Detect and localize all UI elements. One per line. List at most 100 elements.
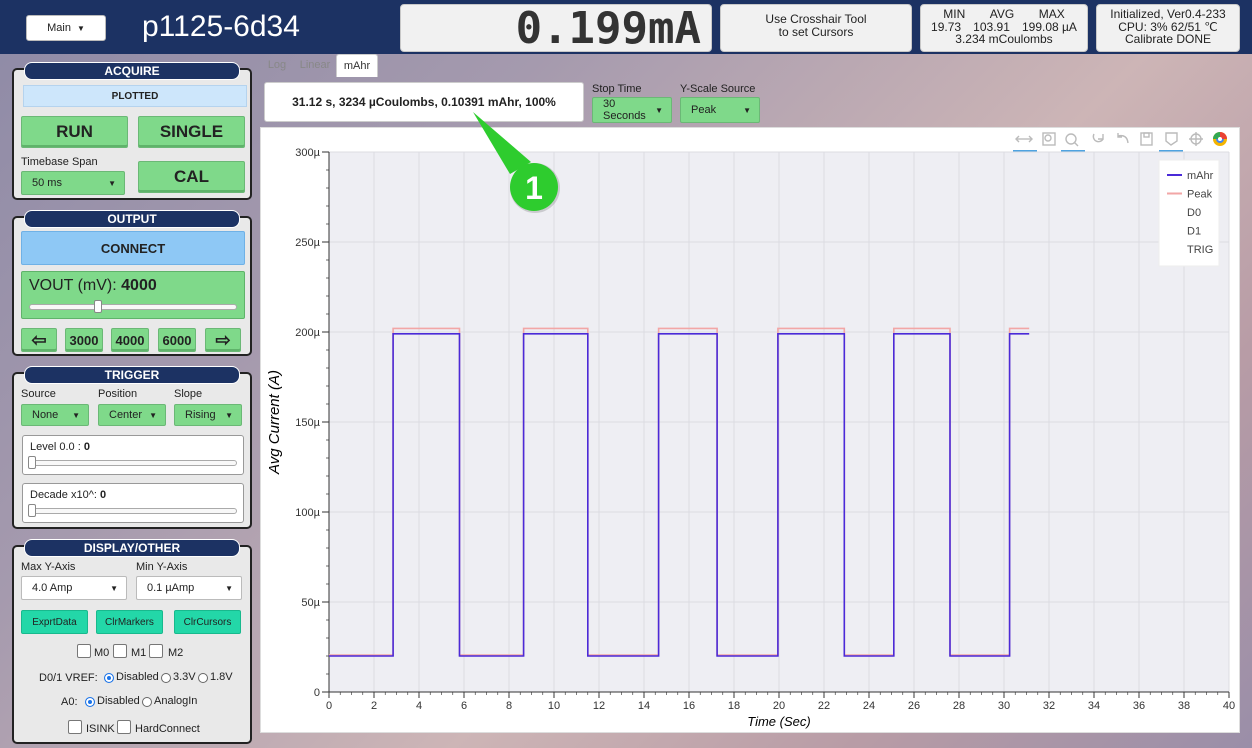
a0-disabled-radio[interactable]	[85, 697, 95, 707]
main-menu-button[interactable]: Main ▼	[26, 15, 106, 41]
clear-cursors-button[interactable]: ClrCursors	[174, 610, 241, 634]
save-icon[interactable]	[1140, 132, 1153, 146]
x-tick-label: 36	[1133, 700, 1145, 712]
timebase-select[interactable]: 50 ms ▼	[21, 171, 125, 195]
m2-checkbox[interactable]	[149, 644, 163, 658]
left-arrow-button[interactable]: ⇦	[21, 328, 57, 352]
acquire-status: PLOTTED	[23, 85, 247, 107]
yscale-label: Y-Scale Source	[680, 83, 756, 95]
tab-linear[interactable]: Linear	[296, 54, 334, 76]
x-tick-label: 16	[683, 700, 695, 712]
crosshair-icon[interactable]	[1165, 132, 1178, 146]
x-tick-label: 24	[863, 700, 875, 712]
min-y-value: 0.1 µAmp	[147, 582, 195, 594]
source-select[interactable]: None ▼	[21, 404, 89, 426]
preset-3000-button[interactable]: 3000	[65, 328, 103, 352]
device-id: p1125-6d34	[142, 10, 300, 43]
slope-select[interactable]: Rising ▼	[174, 404, 242, 426]
yscale-select[interactable]: Peak ▼	[680, 97, 760, 123]
preset-6000-button[interactable]: 6000	[158, 328, 196, 352]
vout-slider-thumb[interactable]	[93, 300, 102, 313]
stop-time-value: 30 Seconds	[603, 98, 646, 122]
decade-slider-track[interactable]	[29, 508, 237, 514]
decade-slider-thumb[interactable]	[28, 504, 36, 517]
vout-text: VOUT (mV): 4000	[29, 277, 157, 295]
vref-3v3-label: 3.3V	[173, 671, 196, 683]
timebase-value: 50 ms	[32, 177, 62, 189]
decade-box: Decade x10^: 0	[22, 483, 244, 523]
vref-1v8-radio[interactable]	[198, 673, 208, 683]
x-tick-label: 0	[326, 700, 332, 712]
clear-markers-button[interactable]: ClrMarkers	[96, 610, 163, 634]
caret-down-icon: ▼	[225, 583, 233, 593]
connect-button[interactable]: CONNECT	[21, 231, 245, 265]
isink-checkbox[interactable]	[68, 720, 82, 734]
x-tick-label: 34	[1088, 700, 1100, 712]
x-tick-label: 18	[728, 700, 740, 712]
x-tick-label: 8	[506, 700, 512, 712]
tab-log[interactable]: Log	[262, 54, 292, 76]
main-menu-label: Main	[47, 22, 71, 34]
level-value: 0	[83, 441, 90, 453]
x-tick-label: 28	[953, 700, 965, 712]
vout-label: VOUT (mV):	[29, 277, 117, 294]
y-tick-label: 100µ	[295, 507, 320, 519]
a0-analogin-radio[interactable]	[142, 697, 152, 707]
x-tick-label: 6	[461, 700, 467, 712]
min-y-select[interactable]: 0.1 µAmp ▼	[136, 576, 242, 600]
vref-1v8-label: 1.8V	[210, 671, 233, 683]
caret-down-icon: ▼	[108, 178, 116, 188]
wheel-zoom-icon[interactable]	[1065, 133, 1079, 147]
vref-3v3-radio[interactable]	[161, 673, 171, 683]
caret-down-icon: ▼	[72, 410, 80, 420]
display-title: DISPLAY/OTHER	[24, 539, 240, 557]
vref-label: D0/1 VREF:	[39, 672, 98, 684]
undo-icon[interactable]	[1117, 133, 1129, 144]
legend-entry: D0	[1187, 207, 1201, 219]
cursor-hint-line2: to set Cursors	[778, 25, 854, 39]
export-data-button[interactable]: ExprtData	[21, 610, 88, 634]
x-tick-label: 22	[818, 700, 830, 712]
m2-label: M2	[168, 647, 184, 659]
callout-marker: 1	[473, 112, 560, 213]
level-slider-track[interactable]	[29, 460, 237, 466]
coulombs-value: 3.234 mCoulombs	[955, 32, 1053, 46]
acquire-title: ACQUIRE	[24, 62, 240, 80]
source-label: Source	[21, 388, 56, 400]
vout-slider-track[interactable]	[29, 304, 237, 310]
slope-value: Rising	[185, 409, 216, 421]
current-readout: 0.199mA	[400, 4, 712, 53]
output-title: OUTPUT	[24, 210, 240, 228]
single-button[interactable]: SINGLE	[138, 116, 245, 148]
run-button[interactable]: RUN	[21, 116, 128, 148]
x-tick-label: 30	[998, 700, 1010, 712]
status-line1: Initialized, Ver0.4-233	[1110, 7, 1226, 21]
position-select[interactable]: Center ▼	[98, 404, 166, 426]
max-y-select[interactable]: 4.0 Amp ▼	[21, 576, 127, 600]
box-zoom-icon[interactable]	[1042, 132, 1056, 146]
hardconnect-checkbox[interactable]	[117, 720, 131, 734]
cursor-hint: Use Crosshair Tool to set Cursors	[720, 4, 912, 52]
tab-mahr[interactable]: mAhr	[336, 54, 378, 77]
decade-label: Decade x10^:	[30, 489, 100, 501]
m0-checkbox[interactable]	[77, 644, 91, 658]
grid-lines	[328, 151, 1230, 693]
vref-disabled-radio[interactable]	[104, 673, 114, 683]
m1-checkbox[interactable]	[113, 644, 127, 658]
hardconnect-label: HardConnect	[135, 723, 200, 735]
hover-icon[interactable]	[1189, 132, 1203, 146]
y-tick-label: 150µ	[295, 417, 320, 429]
right-arrow-button[interactable]: ⇨	[205, 328, 241, 352]
status-box: Initialized, Ver0.4-233 CPU: 3% 62/51 ℃ …	[1096, 4, 1240, 52]
reset-icon[interactable]	[1092, 133, 1104, 143]
preset-4000-button[interactable]: 4000	[111, 328, 149, 352]
legend-entry: D1	[1187, 226, 1201, 238]
y-tick-label: 0	[314, 687, 320, 699]
pan-icon[interactable]	[1015, 135, 1033, 143]
stop-time-select[interactable]: 30 Seconds ▼	[592, 97, 672, 123]
display-panel: DISPLAY/OTHER Max Y-Axis Min Y-Axis 4.0 …	[12, 539, 252, 744]
level-slider-thumb[interactable]	[28, 456, 36, 469]
stop-time-label: Stop Time	[592, 83, 642, 95]
cal-button[interactable]: CAL	[138, 161, 245, 193]
acquire-panel: ACQUIRE PLOTTED RUN SINGLE Timebase Span…	[12, 62, 252, 200]
